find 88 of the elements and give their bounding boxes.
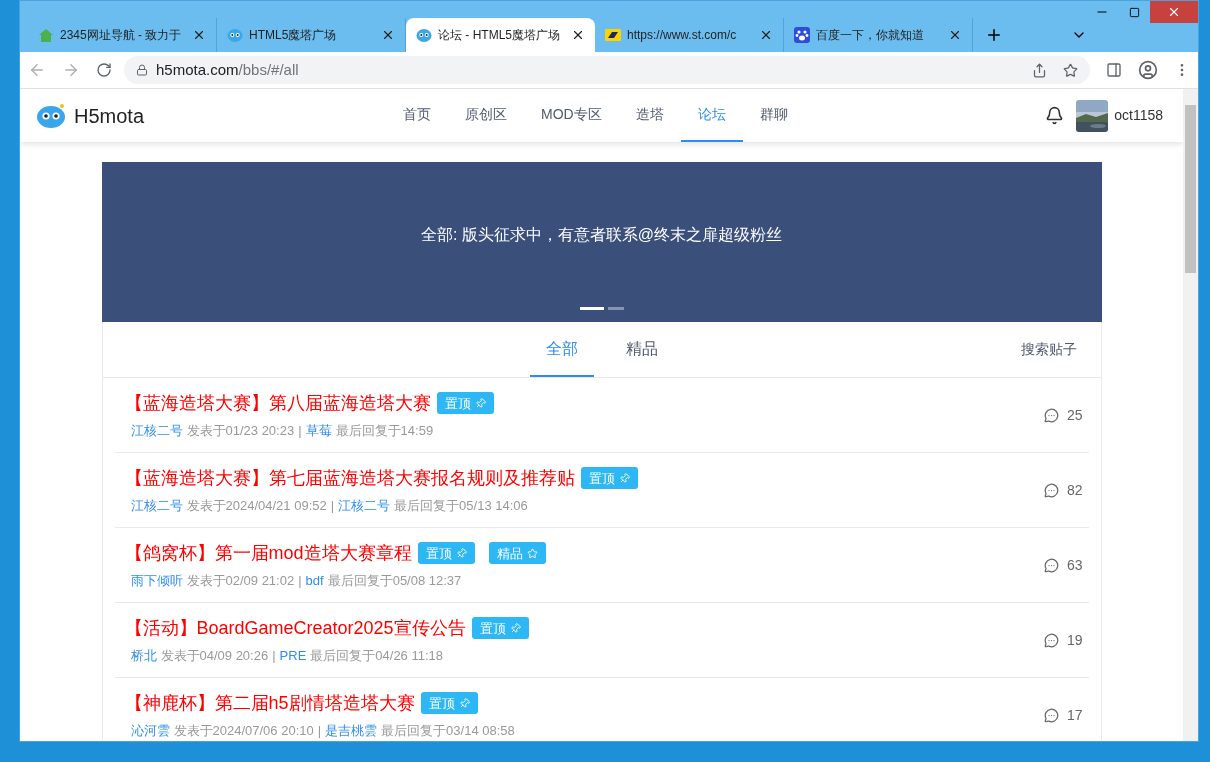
separator: |	[317, 721, 322, 740]
post-title[interactable]: 【蓝海造塔大赛】第七届蓝海造塔大赛报名规则及推荐贴	[124, 464, 575, 492]
separator: |	[298, 421, 302, 440]
comment-count: 63	[1066, 555, 1083, 575]
pinned-tag: 置顶	[420, 692, 478, 715]
comment-icon	[1043, 707, 1059, 723]
pinned-tag: 置顶	[436, 392, 494, 415]
browser-tab[interactable]: 论坛 - HTML5魔塔广场	[406, 18, 595, 52]
pinned-tag: 置顶	[471, 617, 529, 640]
house-icon	[38, 27, 54, 43]
comment-icon	[1043, 482, 1059, 498]
close-icon[interactable]	[381, 28, 395, 42]
author-link[interactable]: 雨下倾听	[130, 570, 183, 591]
paw-icon	[794, 27, 810, 43]
star-icon	[526, 547, 538, 559]
post-title[interactable]: 【蓝海造塔大赛】第八届蓝海造塔大赛	[124, 389, 431, 417]
reply-time: 最后回复于05/08 12:37	[327, 571, 462, 590]
replier-link[interactable]: 江核二号	[338, 495, 391, 516]
tab-title: HTML5魔塔广场	[249, 27, 338, 44]
nav-tab[interactable]: 群聊	[742, 89, 805, 142]
post-title[interactable]: 【活动】BoardGameCreator2025宣传公告	[124, 614, 466, 642]
replier-link[interactable]: 是吉桃雲	[325, 720, 378, 741]
post-time: 发表于2024/04/21 09:52	[186, 496, 327, 515]
profile-icon[interactable]	[1138, 60, 1158, 80]
post-title[interactable]: 【神鹿杯】第二届h5剧情塔造塔大赛	[124, 689, 415, 717]
new-tab-icon[interactable]	[985, 26, 1003, 44]
lock-icon	[136, 64, 148, 76]
reload-icon[interactable]	[96, 62, 112, 78]
reply-time: 最后回复于05/13 14:06	[394, 496, 528, 515]
post-time: 发表于04/09 20:26	[160, 646, 269, 665]
comment-icon	[1043, 407, 1059, 423]
address-bar[interactable]: h5mota.com/bbs/#/all	[124, 56, 1090, 84]
featured-tag: 精品	[488, 542, 546, 565]
bell-icon[interactable]	[1045, 106, 1065, 125]
nav-tab[interactable]: 论坛	[680, 89, 743, 142]
logo-icon	[605, 27, 621, 43]
forum-tab[interactable]: 精品	[609, 322, 674, 377]
reply-time: 最后回复于04/26 11:18	[310, 646, 444, 665]
close-icon[interactable]	[948, 28, 962, 42]
url-text: h5mota.com/bbs/#/all	[156, 59, 300, 80]
comment-icon	[1043, 557, 1059, 573]
mascot-icon	[416, 27, 432, 43]
comment-count: 25	[1066, 405, 1083, 425]
replier-link[interactable]: bdf	[305, 570, 324, 591]
logo-icon	[36, 102, 66, 129]
author-link[interactable]: 桥北	[130, 645, 157, 666]
comment-icon	[1043, 632, 1059, 648]
reply-time: 最后回复于14:59	[335, 421, 434, 440]
close-icon[interactable]	[571, 28, 585, 42]
tab-title: 百度一下，你就知道	[816, 27, 925, 44]
nav-tab[interactable]: 造塔	[618, 89, 681, 142]
post-time: 发表于02/09 21:02	[186, 571, 295, 590]
side-panel-icon[interactable]	[1106, 62, 1122, 78]
site-logo-text: H5mota	[74, 103, 145, 129]
pinned-tag: 置顶	[580, 467, 638, 490]
banner-text: 全部: 版头征求中，有意者联系@终末之扉超级粉丝	[420, 224, 783, 245]
separator: |	[272, 646, 276, 665]
tab-title: https://www.st.com/c	[627, 27, 738, 44]
comment-count: 82	[1066, 480, 1083, 500]
tab-title: 论坛 - HTML5魔塔广场	[438, 27, 561, 44]
author-link[interactable]: 江核二号	[130, 495, 183, 516]
forum-tab[interactable]: 全部	[529, 322, 594, 377]
post-time: 发表于2024/07/06 20:10	[173, 721, 314, 740]
share-icon[interactable]	[1032, 62, 1047, 78]
username[interactable]: oct1158	[1114, 105, 1163, 126]
separator: |	[330, 496, 335, 515]
close-icon[interactable]	[759, 28, 773, 42]
replier-link[interactable]: PRE	[279, 645, 307, 666]
nav-tab[interactable]: MOD专区	[524, 89, 619, 142]
scrollbar-thumb[interactable]	[1185, 105, 1196, 273]
maximize-icon[interactable]	[1128, 6, 1140, 18]
nav-tab[interactable]: 原创区	[448, 89, 524, 142]
post-time: 发表于01/23 20:23	[186, 421, 295, 440]
author-link[interactable]: 江核二号	[130, 420, 183, 441]
tab-title: 2345网址导航 - 致力于	[60, 27, 183, 44]
author-link[interactable]: 沁河雲	[130, 720, 170, 741]
nav-tab[interactable]: 首页	[386, 89, 448, 142]
comment-count: 19	[1066, 630, 1083, 650]
separator: |	[298, 571, 302, 590]
search-posts-link[interactable]: 搜索贴子	[1020, 339, 1077, 360]
pinned-tag: 置顶	[417, 542, 475, 565]
reply-time: 最后回复于03/14 08:58	[381, 721, 515, 740]
post-title[interactable]: 【鸽窝杯】第一届mod造塔大赛章程	[124, 539, 412, 567]
comment-count: 17	[1066, 705, 1083, 725]
mascot-icon	[227, 27, 243, 43]
replier-link[interactable]: 草莓	[305, 420, 332, 441]
bookmark-icon[interactable]	[1063, 62, 1078, 78]
close-icon[interactable]	[192, 28, 206, 42]
